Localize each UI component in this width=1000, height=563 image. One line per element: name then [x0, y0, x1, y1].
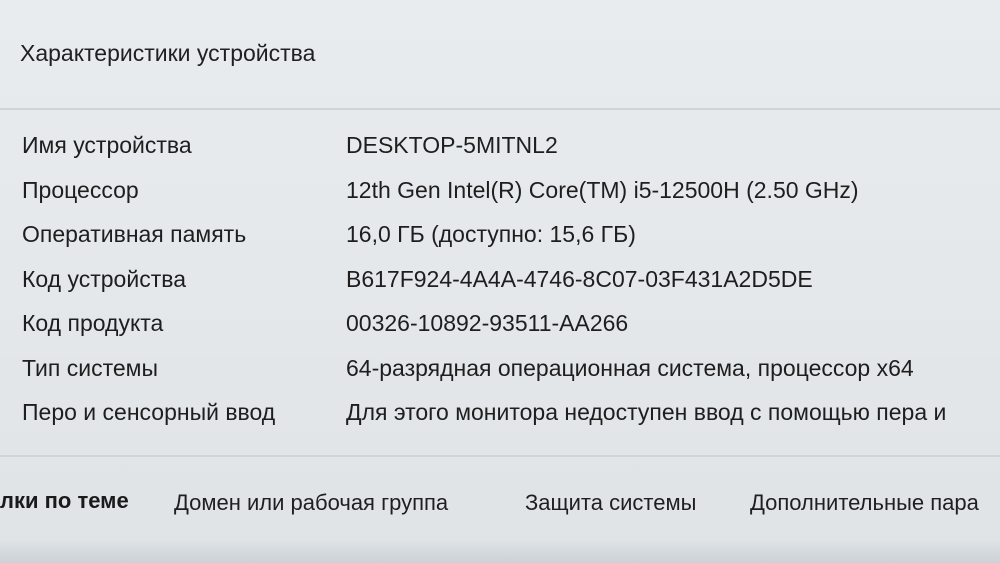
spec-row-processor: Процессор 12th Gen Intel(R) Core(TM) i5-…	[0, 171, 1000, 216]
spec-row-product-id: Код продукта 00326-10892-93511-AA266	[0, 304, 1000, 349]
spec-value: DESKTOP-5MITNL2	[346, 132, 558, 158]
spec-label: Код устройства	[22, 265, 186, 292]
spec-value: 00326-10892-93511-AA266	[346, 310, 629, 336]
spec-value: Для этого монитора недоступен ввод с пом…	[346, 399, 947, 425]
spec-label: Оперативная память	[22, 221, 247, 247]
spec-label: Код продукта	[22, 310, 164, 336]
spec-row-system-type: Тип системы 64-разрядная операционная си…	[0, 349, 1000, 394]
spec-row-ram: Оперативная память 16,0 ГБ (доступно: 15…	[0, 215, 1000, 260]
related-links-title: лки по теме	[0, 488, 129, 513]
spec-value: 12th Gen Intel(R) Core(TM) i5-12500H (2.…	[346, 176, 859, 203]
spec-label: Процессор	[22, 176, 139, 203]
spec-label: Имя устройства	[22, 132, 192, 158]
spec-row-device-name: Имя устройства DESKTOP-5MITNL2	[0, 126, 1000, 171]
bottom-shade	[0, 540, 1000, 563]
link-system-protection[interactable]: Защита системы	[525, 490, 696, 516]
spec-label: Тип системы	[22, 354, 158, 381]
device-specs-list: Имя устройства DESKTOP-5MITNL2 Процессор…	[0, 126, 1000, 438]
divider-top	[0, 108, 1000, 110]
page-title: Характеристики устройства	[20, 40, 316, 66]
link-domain-workgroup[interactable]: Домен или рабочая группа	[174, 490, 448, 516]
divider-bottom	[0, 455, 1000, 457]
spec-value: 64-разрядная операционная система, проце…	[346, 354, 914, 381]
spec-value: B617F924-4A4A-4746-8C07-03F431A2D5DE	[346, 265, 813, 292]
related-links-bar: лки по теме Домен или рабочая группа Защ…	[0, 488, 1000, 528]
spec-row-pen-touch: Перо и сенсорный ввод Для этого монитора…	[0, 393, 1000, 438]
spec-label: Перо и сенсорный ввод	[22, 399, 276, 425]
link-advanced-settings[interactable]: Дополнительные пара	[750, 490, 979, 516]
spec-value: 16,0 ГБ (доступно: 15,6 ГБ)	[346, 221, 636, 247]
spec-row-device-id: Код устройства B617F924-4A4A-4746-8C07-0…	[0, 260, 1000, 305]
